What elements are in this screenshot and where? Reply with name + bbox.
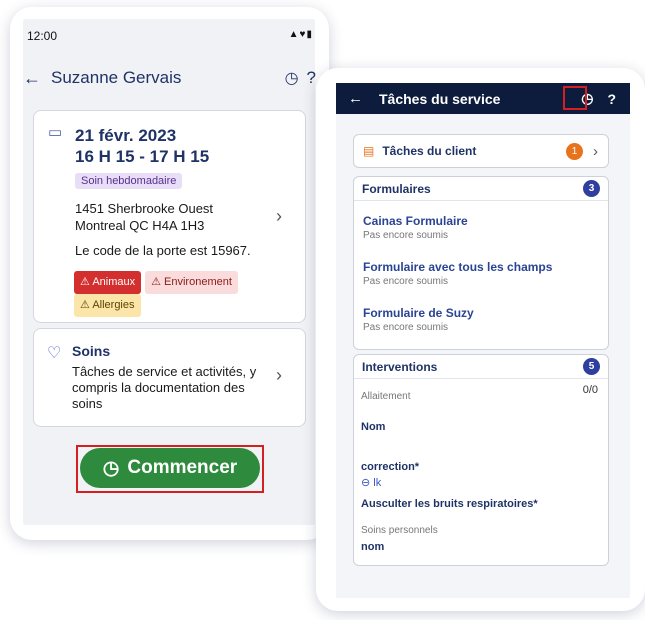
intervention-item[interactable]: Nom: [361, 421, 385, 433]
clipboard-icon: ▤: [363, 144, 375, 158]
link-icon: ⊖: [361, 477, 371, 489]
left-phone: 12:00 ▲♥▮ ← Suzanne Gervais ◷ ? ▭ 21 fév…: [10, 7, 329, 540]
appointment-time: 16 H 15 - 17 H 15: [75, 147, 210, 166]
form-name: Formulaire avec tous les champs: [363, 260, 553, 274]
heart-icon: ♡: [47, 345, 62, 362]
link-label: lk: [373, 477, 382, 489]
frequency-badge: Soin hebdomadaire: [75, 173, 183, 189]
category-label: Allaitement: [361, 391, 411, 402]
care-card[interactable]: ♡ Soins Tâches de service et activités, …: [33, 328, 306, 427]
chevron-right-icon: ›: [593, 142, 598, 160]
alert-tags: ⚠ Animaux ⚠ Environement ⚠ Allergies: [74, 271, 274, 317]
interventions-title: Interventions: [362, 359, 438, 374]
link-row[interactable]: ⊖ lk: [361, 476, 381, 489]
door-code: Le code de la porte est 15967.: [75, 243, 251, 258]
start-button[interactable]: ◷ Commencer: [80, 448, 260, 488]
care-title: Soins: [72, 343, 111, 359]
progress-count: 0/0: [582, 384, 598, 396]
client-name: Suzanne Gervais: [51, 68, 182, 87]
status-icons: ▲♥▮: [288, 29, 313, 40]
tag-allergies: ⚠ Allergies: [74, 294, 141, 317]
client-tasks-row[interactable]: ▤ Tâches du client 1 ›: [353, 134, 609, 168]
start-button-label: Commencer: [127, 457, 238, 478]
form-name: Cainas Formulaire: [363, 214, 468, 228]
clock-icon[interactable]: ◷: [581, 90, 593, 107]
right-screen: ← Tâches du service ◷ ? ▤ Tâches du clie…: [336, 83, 630, 598]
warning-icon: ⚠: [80, 299, 93, 311]
service-header: ← Tâches du service ◷ ?: [336, 83, 630, 114]
status-time: 12:00: [27, 29, 58, 43]
address: 1451 Sherbrooke Ouest Montreal QC H4A 1H…: [75, 200, 213, 234]
forms-header[interactable]: Formulaires 3: [354, 177, 608, 201]
client-tasks-count: 1: [566, 142, 583, 160]
chevron-right-icon[interactable]: ›: [276, 206, 282, 227]
client-header: ← Suzanne Gervais ◷ ?: [23, 65, 316, 91]
form-status: Pas encore soumis: [363, 230, 449, 241]
appointment-date-time: 21 févr. 2023 16 H 15 - 17 H 15: [75, 125, 209, 167]
back-arrow-icon[interactable]: ←: [348, 90, 363, 107]
forms-section: Formulaires 3 Cainas Formulaire Pas enco…: [353, 176, 609, 350]
intervention-item[interactable]: Ausculter les bruits respiratoires*: [361, 498, 538, 510]
warning-icon: ⚠: [151, 276, 165, 288]
form-item[interactable]: Cainas Formulaire Pas encore soumis: [363, 214, 468, 241]
address-line1: 1451 Sherbrooke Ouest: [75, 201, 214, 216]
form-name: Formulaire de Suzy: [363, 306, 474, 320]
warning-icon: ⚠: [80, 276, 93, 288]
back-arrow-icon[interactable]: ←: [23, 68, 41, 89]
calendar-icon: ▭: [48, 124, 63, 141]
right-phone: ← Tâches du service ◷ ? ▤ Tâches du clie…: [316, 68, 645, 611]
form-status: Pas encore soumis: [363, 276, 449, 287]
form-item[interactable]: Formulaire de Suzy Pas encore soumis: [363, 306, 474, 333]
interventions-count: 5: [583, 358, 600, 375]
interventions-header[interactable]: Interventions 5: [354, 355, 608, 379]
tag-environment: ⚠ Environement: [145, 271, 238, 294]
address-line2: Montreal QC H4A 1H3: [75, 218, 205, 233]
intervention-item[interactable]: correction*: [361, 461, 419, 473]
forms-title: Formulaires: [362, 181, 431, 196]
intervention-item[interactable]: nom: [361, 541, 384, 553]
form-item[interactable]: Formulaire avec tous les champs Pas enco…: [363, 260, 552, 287]
appointment-card[interactable]: ▭ 21 févr. 2023 16 H 15 - 17 H 15 Soin h…: [33, 110, 306, 323]
appointment-date: 21 févr. 2023: [75, 126, 177, 145]
service-title: Tâches du service: [379, 90, 501, 107]
care-description: Tâches de service et activités, y compri…: [72, 364, 257, 411]
clock-icon: ◷: [102, 457, 120, 479]
help-icon[interactable]: ?: [307, 68, 316, 88]
tag-animals: ⚠ Animaux: [74, 271, 142, 294]
category-label: Soins personnels: [361, 525, 438, 536]
interventions-section: Interventions 5 Allaitement 0/0 Nom corr…: [353, 354, 609, 566]
help-icon[interactable]: ?: [607, 91, 616, 107]
forms-count: 3: [583, 180, 600, 197]
chevron-right-icon[interactable]: ›: [276, 365, 282, 386]
client-tasks-label: Tâches du client: [382, 144, 477, 158]
form-status: Pas encore soumis: [363, 322, 449, 333]
clock-icon[interactable]: ◷: [285, 68, 299, 88]
